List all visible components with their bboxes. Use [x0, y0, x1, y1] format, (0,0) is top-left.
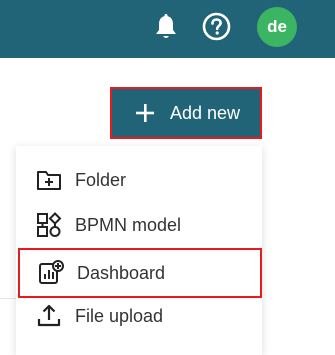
menu-item-bpmn-model[interactable]: BPMN model	[16, 203, 262, 247]
add-new-label: Add new	[170, 102, 241, 123]
folder-plus-icon	[37, 171, 61, 190]
upload-icon	[37, 304, 61, 327]
menu-item-label: Dashboard	[77, 262, 166, 283]
user-avatar[interactable]: de	[257, 7, 297, 47]
menu-item-label: File upload	[75, 305, 164, 326]
add-new-menu: Folder BPMN model Dashboard File upload	[16, 146, 262, 355]
bell-icon[interactable]	[153, 13, 179, 41]
menu-item-folder[interactable]: Folder	[16, 158, 262, 202]
bpmn-diagram-icon	[37, 212, 62, 237]
help-icon[interactable]	[202, 12, 231, 41]
menu-item-label: Folder	[75, 169, 127, 190]
add-new-button[interactable]: Add new	[110, 87, 262, 139]
menu-item-label: BPMN model	[75, 214, 182, 235]
dashboard-icon	[39, 260, 64, 284]
top-bar: de	[0, 0, 335, 58]
menu-item-dashboard[interactable]: Dashboard	[18, 248, 262, 298]
menu-item-file-upload[interactable]: File upload	[16, 294, 262, 338]
divider	[0, 298, 16, 299]
plus-icon	[136, 104, 154, 122]
